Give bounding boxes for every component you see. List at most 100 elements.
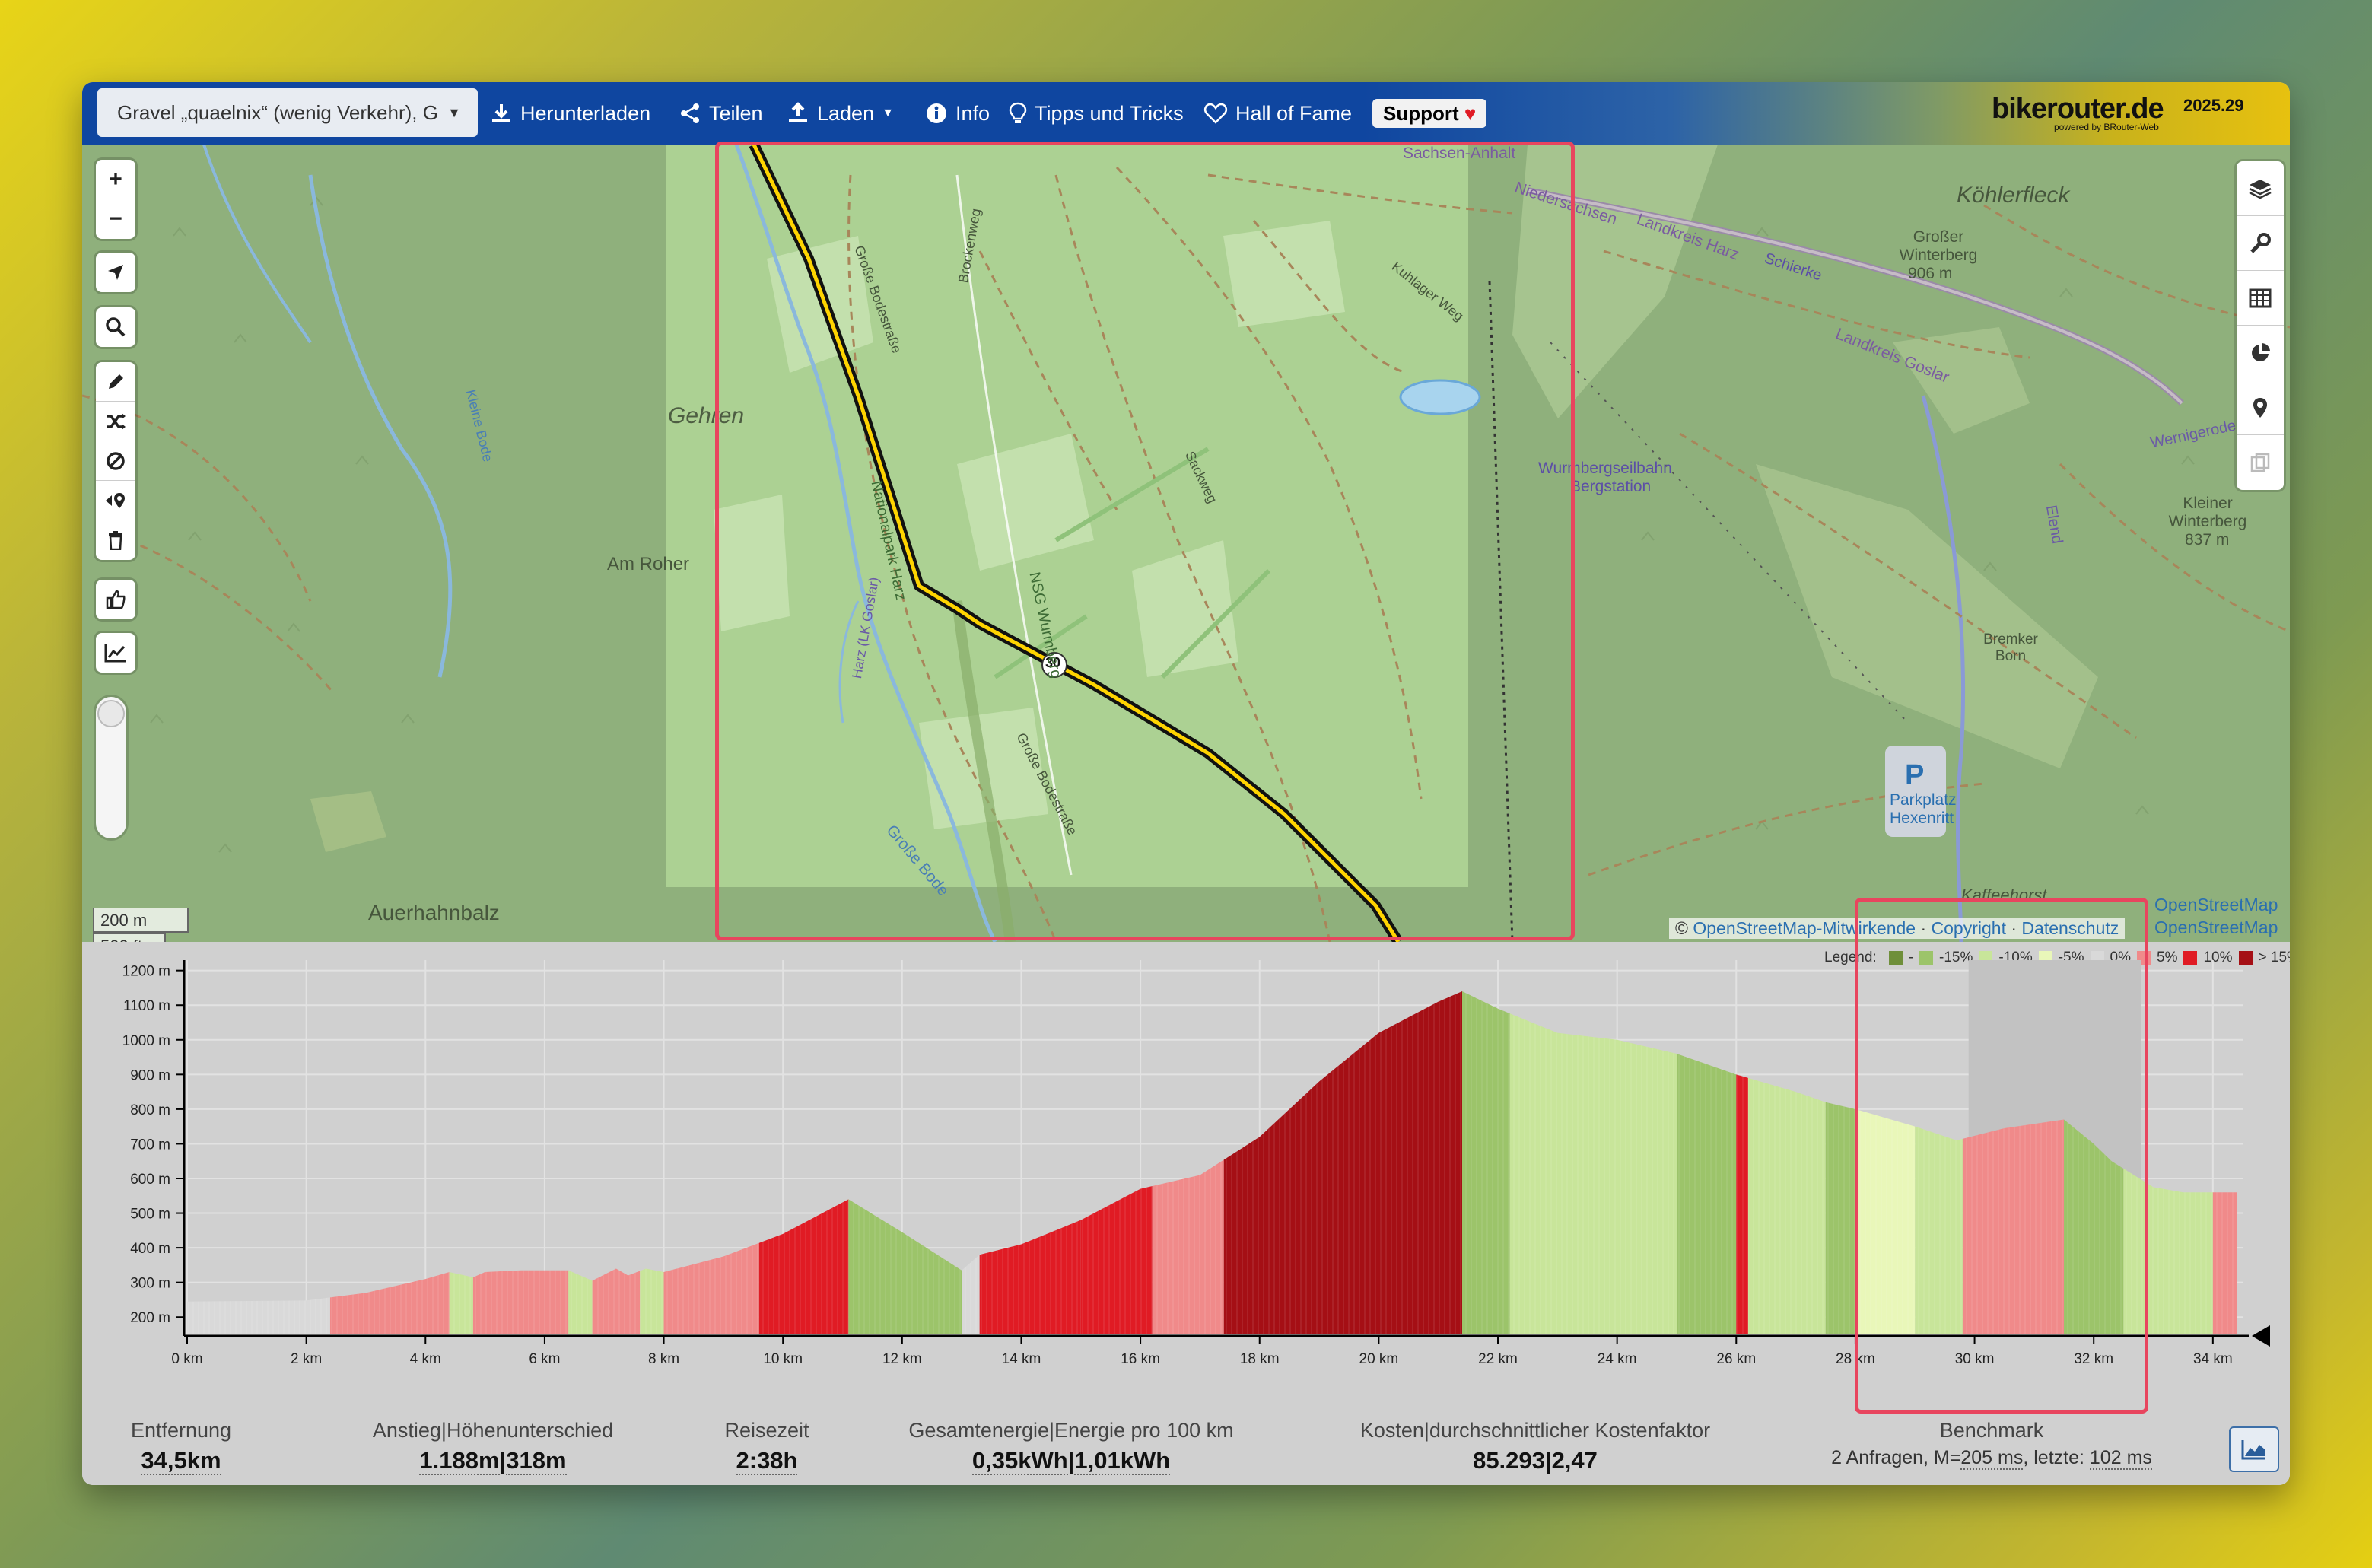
elevation-profile[interactable]: Legend: - -15% -10% -5% 0% 5% 10% > 15% … [82,942,2290,1414]
map-label-auerhahnbalz: Auerhahnbalz [368,901,500,924]
reverse-route-button[interactable] [96,402,135,441]
export-button[interactable] [2237,435,2284,490]
right-toolbar [2237,161,2284,490]
texture-stripe [1423,991,1424,1334]
texture-stripe [1375,991,1376,1334]
zoom-out-button[interactable]: − [96,199,135,239]
texture-stripe [981,991,982,1334]
osm-link-2[interactable]: OpenStreetMap [2154,918,2278,938]
stat-benchmark: Benchmark 2 Anfragen, M=205 ms, letzte: … [1809,1419,2174,1470]
texture-stripe [283,991,285,1334]
x-tick-label: 12 km [882,1351,922,1367]
map-label-parkplatz: Parkplatz Hexenritt [1890,791,1957,827]
copy-icon [2250,453,2270,472]
location-pin-icon [2253,397,2267,418]
texture-stripe [800,991,801,1334]
slope-band [329,991,450,1334]
x-tick-label: 8 km [648,1351,679,1367]
texture-stripe [709,991,711,1334]
texture-stripe [1045,991,1046,1334]
analysis-button[interactable] [2237,326,2284,380]
settings-button[interactable] [2237,216,2284,271]
pencil-icon [109,374,123,389]
slope-band [592,991,641,1334]
elevation-toggle-button[interactable] [96,633,135,673]
delete-route-button[interactable] [96,520,135,560]
texture-stripe [1300,991,1302,1334]
time-number: 2:38 [736,1447,784,1474]
layers-button[interactable] [2237,161,2284,216]
info-button[interactable]: Info [925,82,990,145]
texture-stripe [1897,991,1898,1334]
texture-stripe [922,991,924,1334]
texture-stripe [1204,991,1206,1334]
draw-route-button[interactable] [96,362,135,402]
texture-stripe [512,991,514,1334]
y-tick-label: 300 m [130,1276,170,1292]
texture-stripe [1497,991,1499,1334]
texture-stripe [1577,991,1579,1334]
map-label-kaffeehorst: Kaffeehorst [1961,886,2047,905]
texture-stripe [1561,991,1563,1334]
opacity-slider[interactable] [96,697,126,838]
texture-stripe [2173,991,2175,1334]
map-view[interactable]: 30 P Gehren Am Roher Auerhahnbalz Köhler… [82,145,2290,942]
privacy-link[interactable]: Datenschutz [2021,918,2119,938]
texture-stripe [837,991,838,1334]
texture-stripe [1668,991,1669,1334]
texture-stripe [1231,991,1232,1334]
lightbulb-icon [1009,102,1027,123]
map-label-grosser-winterberg: Großer Winterberg [1899,228,1978,264]
texture-stripe [1364,991,1366,1334]
y-tick-label: 600 m [130,1172,170,1188]
elevation-control [96,633,135,673]
share-button[interactable]: Teilen [679,82,763,145]
search-button[interactable] [96,307,135,347]
elevation-area [187,991,2237,1334]
copyright-link[interactable]: Copyright [1932,918,2006,938]
texture-stripe [608,991,609,1334]
texture-stripe [2141,991,2143,1334]
texture-stripe [1955,991,1957,1334]
texture-stripe [906,991,908,1334]
poi-button[interactable] [96,481,135,520]
texture-stripe [581,991,583,1334]
strava-control [96,580,135,619]
x-tick-label: 18 km [1240,1351,1280,1367]
texture-stripe [794,991,796,1334]
brand-logo[interactable]: bikerouter.de [1992,93,2164,126]
elevation-chart[interactable]: 200 m 300 m 400 m 500 m 600 m 700 m 800 m 900 m… [82,942,2290,1414]
load-button[interactable]: Laden ▼ [787,82,894,145]
download-button[interactable]: Herunterladen [490,82,650,145]
line-chart-icon [104,644,126,663]
texture-stripe [2189,991,2191,1334]
support-button[interactable]: Support ♥ [1372,99,1487,128]
texture-stripe [597,991,599,1334]
texture-stripe [278,991,279,1334]
osm-link-1[interactable]: OpenStreetMap [2154,895,2278,915]
nogo-area-button[interactable] [96,441,135,481]
texture-stripe [1337,991,1339,1334]
x-tick-label: 10 km [763,1351,803,1367]
thumbs-up-button[interactable] [96,580,135,619]
texture-stripe [965,991,966,1334]
zoom-in-button[interactable]: + [96,160,135,199]
texture-stripe [565,991,567,1334]
osm-contributors-link[interactable]: OpenStreetMap-Mitwirkende [1693,918,1916,938]
hall-of-fame-button[interactable]: Hall of Fame [1203,82,1352,145]
texture-stripe [374,991,375,1334]
texture-stripe [1721,991,1722,1334]
locate-button[interactable] [96,253,135,292]
slider-handle[interactable] [97,700,125,727]
texture-stripe [1827,991,1829,1334]
texture-stripe [1236,991,1238,1334]
texture-stripe [1598,991,1600,1334]
texture-stripe [1934,991,1935,1334]
tips-button[interactable]: Tipps und Tricks [1009,82,1184,145]
pois-button[interactable] [2237,380,2284,435]
app-window: Gravel „quaelnix“ (wenig Verkehr), G ▼ H… [82,82,2290,1485]
table-button[interactable] [2237,271,2284,326]
profile-select[interactable]: Gravel „quaelnix“ (wenig Verkehr), G ▼ [97,88,478,137]
toggle-elevation-button[interactable] [2229,1426,2279,1472]
texture-stripe [826,991,828,1334]
